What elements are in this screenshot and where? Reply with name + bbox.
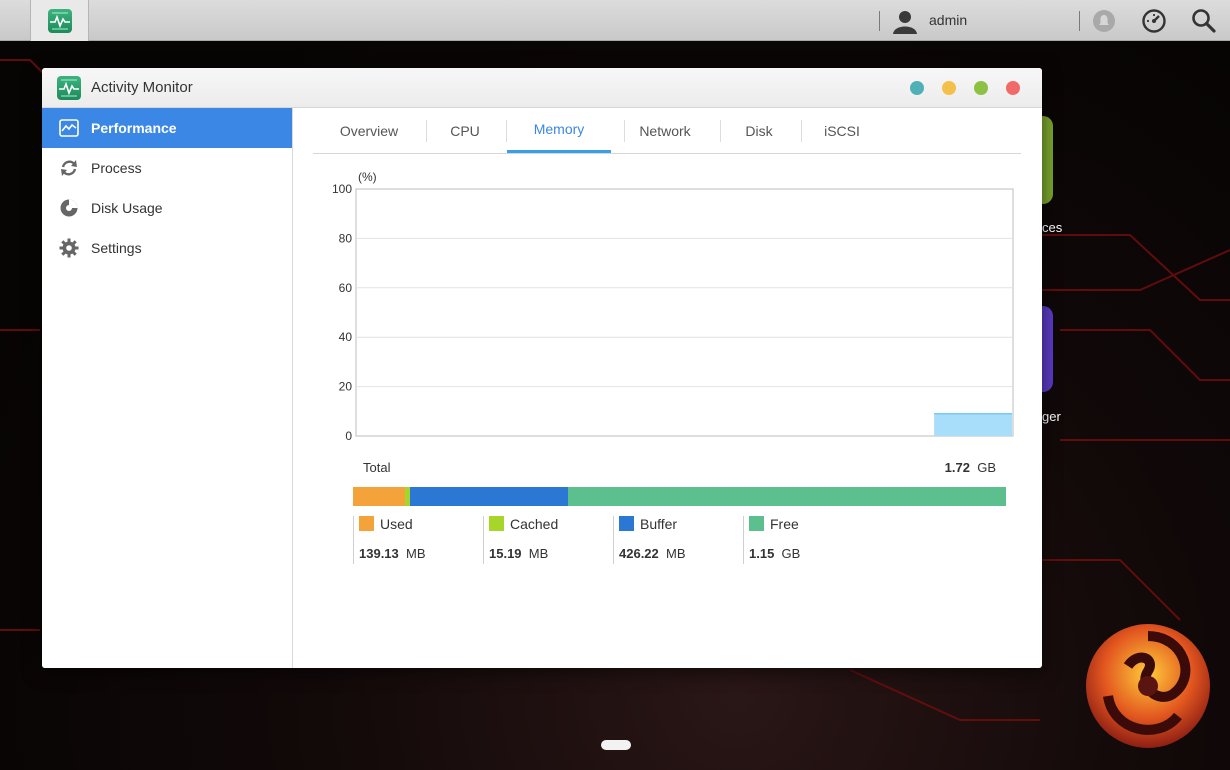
memory-bar-segment-buffer	[410, 487, 569, 506]
tab-memory[interactable]: Memory	[507, 108, 611, 153]
desktop-app-label: ces	[1042, 220, 1063, 235]
topbar-divider	[1079, 11, 1080, 31]
legend-unit: MB	[666, 546, 686, 561]
dashboard-gauge-icon[interactable]	[1141, 8, 1167, 34]
disk-usage-icon	[58, 197, 80, 219]
activity-monitor-window: Activity Monitor Performance Process Dis…	[42, 68, 1042, 668]
memory-area-series	[934, 413, 1012, 436]
sidebar: Performance Process Disk Usage Settings	[42, 108, 293, 668]
y-tick-label: 60	[339, 281, 353, 295]
legend-label: Buffer	[640, 516, 678, 532]
tab-divider	[624, 120, 625, 142]
tab-disk[interactable]: Disk	[733, 108, 785, 153]
process-icon	[58, 157, 80, 179]
sidebar-item-label: Disk Usage	[91, 200, 163, 216]
sidebar-item-performance[interactable]: Performance	[42, 108, 292, 148]
window-title: Activity Monitor	[91, 79, 193, 96]
sidebar-item-label: Settings	[91, 240, 142, 256]
memory-bar-segment-used	[353, 487, 405, 506]
tab-divider	[720, 120, 721, 142]
window-titlebar[interactable]: Activity Monitor	[42, 68, 1042, 108]
top-taskbar: admin	[0, 0, 1230, 41]
search-icon[interactable]	[1191, 8, 1217, 34]
sidebar-item-label: Performance	[91, 120, 177, 136]
free-swatch	[749, 516, 764, 531]
legend-value: 426.22	[619, 546, 659, 561]
memory-usage-chart: (%) 100 80 60 40 20 0	[332, 170, 1014, 443]
taskbar-activity-monitor-button[interactable]	[30, 0, 89, 41]
topbar-divider	[879, 11, 880, 31]
total-memory-unit: GB	[977, 460, 996, 475]
performance-icon	[58, 117, 80, 139]
legend-unit: GB	[781, 546, 801, 561]
window-minimize-button[interactable]	[942, 81, 956, 95]
desktop-app-label: ger	[1042, 409, 1061, 424]
legend-free: Free 1.15 GB	[743, 516, 800, 564]
memory-bar-segment-free	[568, 487, 1006, 506]
y-tick-label: 0	[345, 429, 352, 443]
y-tick-label: 20	[339, 380, 353, 394]
legend-value: 139.13	[359, 546, 399, 561]
y-tick-label: 40	[339, 330, 353, 344]
legend-label: Free	[770, 516, 799, 532]
notification-bell-icon[interactable]	[1092, 9, 1116, 33]
user-icon[interactable]	[892, 8, 918, 34]
legend-unit: MB	[406, 546, 426, 561]
cached-swatch	[489, 516, 504, 531]
tab-bar: Overview CPU Memory Network Disk iSCSI	[313, 108, 1021, 154]
buffer-swatch	[619, 516, 634, 531]
legend-label: Cached	[510, 516, 559, 532]
legend-label: Used	[380, 516, 413, 532]
username-label[interactable]: admin	[929, 12, 967, 28]
memory-usage-bar	[353, 487, 1006, 506]
watermark-logo	[1086, 624, 1210, 748]
tab-network[interactable]: Network	[629, 108, 701, 153]
y-tick-label: 80	[339, 231, 353, 245]
legend-unit: MB	[528, 546, 549, 561]
tab-cpu[interactable]: CPU	[436, 108, 494, 153]
y-tick-label: 100	[332, 182, 352, 196]
total-memory-number: 1.72	[944, 460, 970, 475]
tab-overview[interactable]: Overview	[329, 108, 409, 153]
tab-divider	[801, 120, 802, 142]
legend-value: 15.19	[489, 546, 522, 561]
sidebar-item-disk-usage[interactable]: Disk Usage	[42, 188, 292, 228]
total-memory-value: 1.72 GB	[945, 460, 996, 475]
y-axis-label: (%)	[358, 170, 377, 184]
total-memory-label: Total	[363, 460, 391, 475]
sidebar-item-process[interactable]: Process	[42, 148, 292, 188]
used-swatch	[359, 516, 374, 531]
chart-plot-area	[355, 188, 1014, 437]
window-help-button[interactable]	[910, 81, 924, 95]
legend-cached: Cached 15.19 MB	[483, 516, 558, 564]
window-maximize-button[interactable]	[974, 81, 988, 95]
legend-buffer: Buffer 426.22 MB	[613, 516, 686, 564]
tab-iscsi[interactable]: iSCSI	[813, 108, 871, 153]
tab-divider	[426, 120, 427, 142]
legend-used: Used 139.13 MB	[353, 516, 426, 564]
sidebar-item-settings[interactable]: Settings	[42, 228, 292, 268]
legend-value: 1.15	[749, 546, 775, 561]
dock-indicator[interactable]	[601, 740, 631, 750]
window-close-button[interactable]	[1006, 81, 1020, 95]
gear-icon	[58, 237, 80, 259]
activity-monitor-icon	[47, 8, 72, 33]
sidebar-item-label: Process	[91, 160, 142, 176]
activity-monitor-icon	[57, 76, 81, 100]
